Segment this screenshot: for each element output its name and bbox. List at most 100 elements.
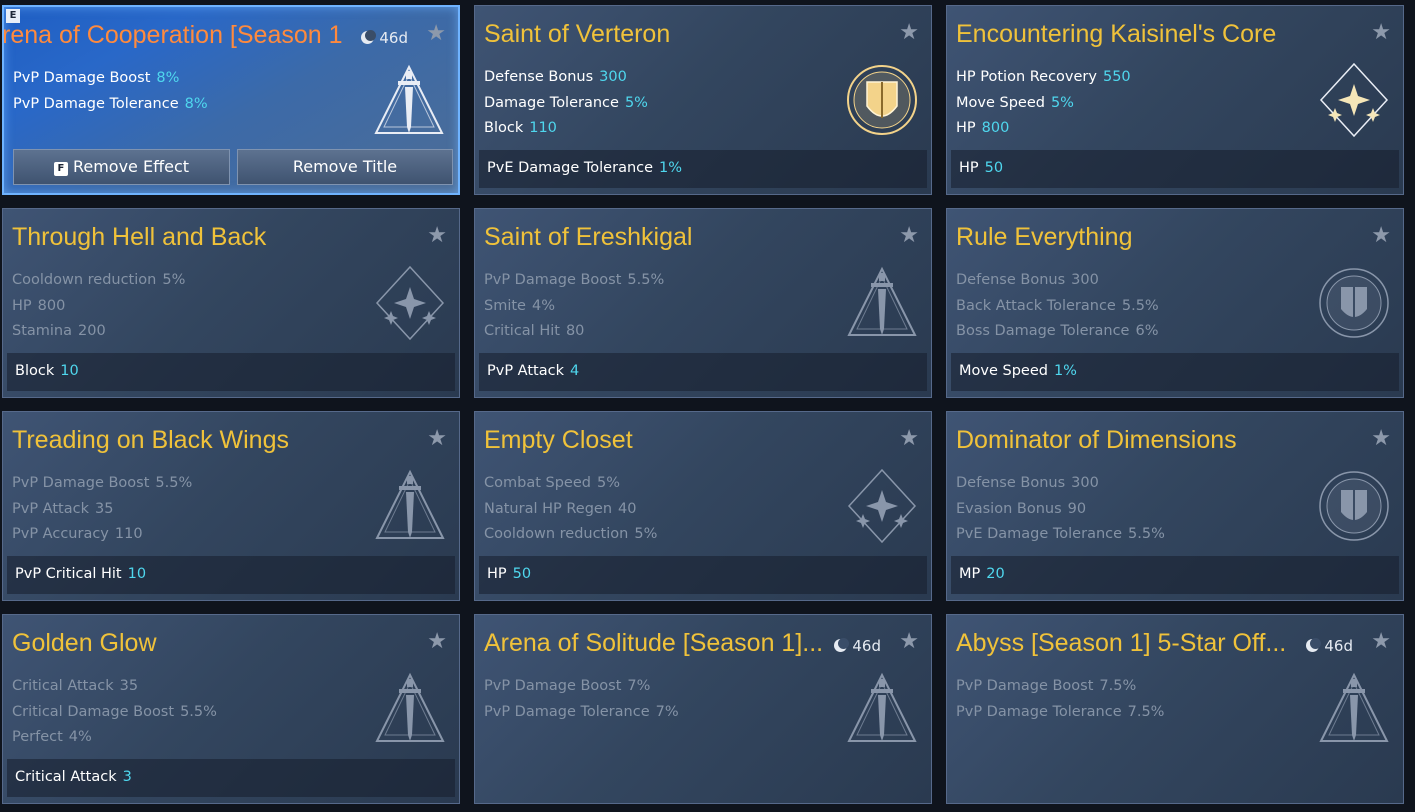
stat-value: 7.5% bbox=[1127, 703, 1165, 720]
moon-timer-icon bbox=[361, 30, 377, 44]
moon-timer-icon bbox=[834, 638, 850, 652]
title-emblem bbox=[1317, 669, 1391, 749]
stat-label: Smite bbox=[484, 297, 526, 314]
stat-value: 5.5% bbox=[627, 272, 665, 288]
bonus-value: 1% bbox=[1053, 363, 1077, 379]
title-card[interactable]: Golden Glow ★ Critical Attack 35 Critical Da… bbox=[2, 614, 460, 804]
stat-label: PvP Damage Boost bbox=[484, 272, 622, 288]
favorite-star-icon[interactable]: ★ bbox=[899, 629, 919, 654]
title-card[interactable]: Erena of Cooperation [Season 1 46d ★ PvP Da… bbox=[2, 5, 460, 195]
stat-value: 80 bbox=[565, 323, 585, 339]
stat-label: Natural HP Regen bbox=[484, 500, 613, 517]
stat-label: Critical Attack bbox=[12, 678, 114, 694]
card-title: Rule Everything bbox=[956, 223, 1133, 251]
stat-line: Defense Bonus 300 bbox=[956, 268, 1159, 294]
title-card[interactable]: Empty Closet ★ Combat Speed 5% Natural HP Re… bbox=[474, 411, 932, 601]
bonus-value: 10 bbox=[60, 363, 79, 379]
bonus-stat: PvP Critical Hit 10 bbox=[15, 562, 146, 588]
equip-bonus-bar: Move Speed 1% bbox=[951, 353, 1399, 391]
title-card[interactable]: Through Hell and Back ★ Cooldown reduction… bbox=[2, 208, 460, 398]
bonus-value: 3 bbox=[122, 769, 132, 785]
stat-value: 300 bbox=[1071, 272, 1099, 288]
stat-value: 300 bbox=[599, 69, 627, 85]
stat-label: PvP Damage Tolerance bbox=[484, 703, 650, 720]
round-shield-icon bbox=[1319, 268, 1389, 338]
remove-title-button[interactable]: Remove Title bbox=[237, 149, 453, 185]
stat-line: PvP Damage Boost 8% bbox=[13, 66, 208, 92]
stat-line: HP 800 bbox=[12, 294, 185, 320]
title-card[interactable]: Rule Everything ★ Defense Bonus 300 Back Att… bbox=[946, 208, 1404, 398]
stat-value: 8% bbox=[156, 70, 180, 86]
stat-line: PvP Damage Tolerance 7% bbox=[484, 700, 679, 726]
card-title: Through Hell and Back bbox=[12, 223, 267, 251]
favorite-star-icon[interactable]: ★ bbox=[899, 223, 919, 248]
bonus-stat: Block 10 bbox=[15, 359, 79, 385]
stat-label: Combat Speed bbox=[484, 475, 591, 491]
favorite-star-icon[interactable]: ★ bbox=[427, 426, 447, 451]
equip-bonus-bar: HP 50 bbox=[951, 150, 1399, 188]
bonus-value: 50 bbox=[984, 160, 1004, 176]
stat-line: Move Speed 5% bbox=[956, 91, 1131, 117]
stat-list: PvP Damage Boost 5.5% PvP Attack 35 PvP Accu… bbox=[12, 471, 192, 548]
stat-value: 5% bbox=[596, 475, 620, 491]
stat-label: Defense Bonus bbox=[484, 69, 594, 85]
duration-label: 46d bbox=[1306, 637, 1353, 655]
card-title: rena of Cooperation [Season 1 bbox=[2, 21, 343, 49]
duration-value: 46d bbox=[379, 29, 408, 47]
stat-line: Defense Bonus 300 bbox=[484, 65, 648, 91]
favorite-star-icon[interactable]: ★ bbox=[1371, 223, 1391, 248]
bonus-value: 4 bbox=[569, 363, 580, 379]
equip-bonus-bar: PvE Damage Tolerance 1% bbox=[479, 150, 927, 188]
action-buttons: F Remove Effect Remove Title bbox=[13, 149, 453, 185]
stat-list: PvP Damage Boost 7.5% PvP Damage Tolerance… bbox=[956, 674, 1164, 725]
gold-shield-icon bbox=[847, 65, 917, 135]
stat-list: Cooldown reduction 5% HP 800 Stamina 200 bbox=[12, 268, 185, 345]
stat-line: PvP Attack 35 bbox=[12, 497, 192, 523]
favorite-star-icon[interactable]: ★ bbox=[1371, 20, 1391, 45]
stat-line: Cooldown reduction 5% bbox=[12, 268, 185, 294]
card-title: Treading on Black Wings bbox=[12, 426, 289, 454]
stat-line: Natural HP Regen 40 bbox=[484, 497, 657, 523]
title-card[interactable]: Arena of Solitude [Season 1]... 46d ★ PvP D… bbox=[474, 614, 932, 804]
favorite-star-icon[interactable]: ★ bbox=[899, 20, 919, 45]
stat-label: PvP Accuracy bbox=[12, 526, 109, 542]
stat-value: 5% bbox=[634, 526, 658, 542]
card-title: Abyss [Season 1] 5-Star Off... bbox=[956, 629, 1287, 657]
favorite-star-icon[interactable]: ★ bbox=[426, 21, 446, 46]
stat-label: PvP Attack bbox=[12, 500, 89, 517]
favorite-star-icon[interactable]: ★ bbox=[427, 223, 447, 248]
title-emblem bbox=[373, 263, 447, 343]
favorite-star-icon[interactable]: ★ bbox=[1371, 426, 1391, 451]
remove-effect-button[interactable]: F Remove Effect bbox=[13, 149, 230, 185]
stat-line: Critical Damage Boost 5.5% bbox=[12, 700, 217, 726]
title-emblem bbox=[373, 669, 447, 749]
title-card[interactable]: Encountering Kaisinel's Core ★ HP Potion R… bbox=[946, 5, 1404, 195]
stat-line: Evasion Bonus 90 bbox=[956, 497, 1165, 523]
stat-list: PvP Damage Boost 7% PvP Damage Tolerance 7% bbox=[484, 674, 679, 725]
favorite-star-icon[interactable]: ★ bbox=[427, 629, 447, 654]
stat-label: Cooldown reduction bbox=[484, 526, 629, 542]
title-card[interactable]: Dominator of Dimensions ★ Defense Bonus 300… bbox=[946, 411, 1404, 601]
duration-label: 46d bbox=[834, 637, 881, 655]
title-card[interactable]: Treading on Black Wings ★ PvP Damage Boost… bbox=[2, 411, 460, 601]
stat-value: 5% bbox=[162, 272, 186, 288]
stat-list: Defense Bonus 300 Damage Tolerance 5% Block 1… bbox=[484, 65, 648, 142]
stat-list: Combat Speed 5% Natural HP Regen 40 Cooldown… bbox=[484, 471, 657, 548]
title-emblem bbox=[1317, 263, 1391, 343]
title-card[interactable]: Abyss [Season 1] 5-Star Off... 46d ★ PvP Da… bbox=[946, 614, 1404, 804]
stat-line: Defense Bonus 300 bbox=[956, 471, 1165, 497]
title-card[interactable]: Saint of Verteron ★ Defense Bonus 300 Damage… bbox=[474, 5, 932, 195]
stat-label: Stamina bbox=[12, 323, 73, 339]
stat-line: PvP Damage Boost 7.5% bbox=[956, 674, 1164, 700]
favorite-star-icon[interactable]: ★ bbox=[1371, 629, 1391, 654]
stat-value: 5.5% bbox=[1128, 526, 1165, 542]
title-card[interactable]: Saint of Ereshkigal ★ PvP Damage Boost 5.5%… bbox=[474, 208, 932, 398]
stat-line: Perfect 4% bbox=[12, 725, 217, 751]
equip-bonus-bar: HP 50 bbox=[479, 556, 927, 594]
bonus-stat: PvE Damage Tolerance 1% bbox=[487, 156, 682, 182]
title-emblem bbox=[845, 669, 919, 749]
favorite-star-icon[interactable]: ★ bbox=[899, 426, 919, 451]
card-title: Saint of Ereshkigal bbox=[484, 223, 693, 251]
stat-line: Critical Attack 35 bbox=[12, 674, 217, 700]
title-emblem bbox=[1317, 466, 1391, 546]
